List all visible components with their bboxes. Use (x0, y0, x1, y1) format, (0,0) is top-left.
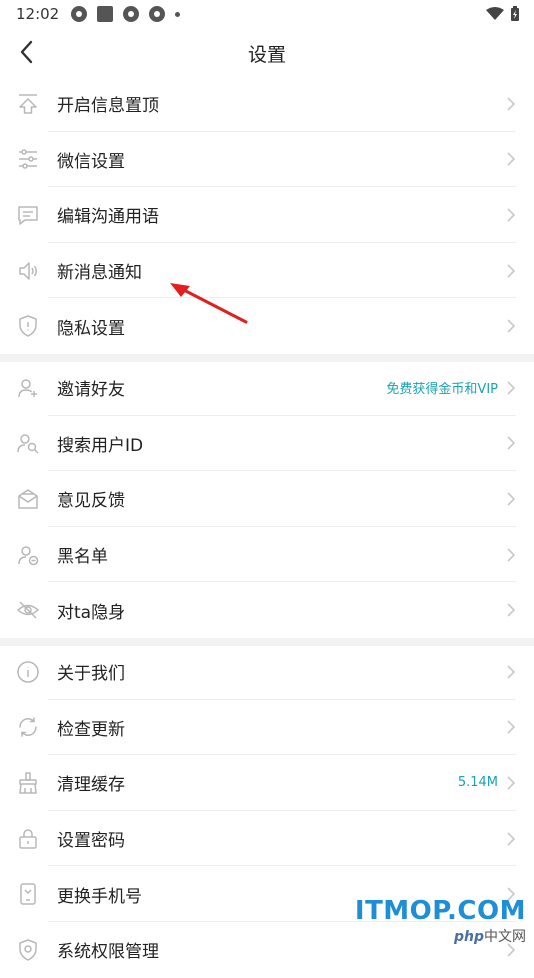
setting-label: 对ta隐身 (57, 602, 126, 623)
watermark-php: php (453, 929, 484, 945)
setting-label: 新消息通知 (57, 263, 142, 284)
setting-row-wechat[interactable]: 微信设置 (0, 132, 534, 188)
message-icon (16, 203, 40, 227)
setting-label: 清理缓存 (57, 775, 125, 796)
speaker-icon (16, 259, 40, 283)
chevron-right-icon (507, 152, 516, 166)
setting-label: 隐私设置 (57, 318, 125, 339)
watermark: ITMOP.COM php中文网 (355, 896, 526, 946)
invite-reward-text: 免费获得金币和VIP (386, 382, 498, 398)
setting-row-feedback[interactable]: 意见反馈 (0, 471, 534, 527)
annotation-arrow (170, 283, 248, 324)
setting-row-notifications[interactable]: 新消息通知 (0, 243, 534, 299)
pin-top-icon (16, 92, 40, 116)
setting-label: 编辑沟通用语 (57, 207, 159, 228)
chevron-right-icon (507, 381, 516, 395)
watermark-cn: 中文网 (484, 929, 526, 945)
setting-row-about[interactable]: 关于我们 (0, 644, 534, 700)
notification-icon (149, 6, 166, 22)
phone-icon (16, 882, 40, 906)
chevron-right-icon (507, 208, 516, 222)
user-block-icon (16, 543, 40, 567)
feedback-mail-icon (16, 487, 40, 511)
settings-group-basic: 开启信息置顶 微信设置 编辑沟通用语 新消息通知 隐私设置 (0, 76, 534, 354)
page-title: 设置 (247, 44, 286, 66)
setting-row-privacy[interactable]: 隐私设置 (0, 298, 534, 354)
chevron-right-icon (507, 97, 516, 111)
setting-label: 关于我们 (57, 664, 125, 685)
refresh-icon (16, 715, 40, 739)
setting-label: 微信设置 (57, 151, 125, 172)
setting-label: 搜索用户ID (57, 435, 144, 456)
setting-row-password[interactable]: 设置密码 (0, 811, 534, 867)
user-add-icon (16, 376, 40, 400)
eye-off-icon (16, 598, 40, 622)
setting-label: 意见反馈 (57, 491, 125, 512)
chevron-right-icon (507, 436, 516, 450)
setting-label: 开启信息置顶 (57, 96, 159, 117)
info-icon (16, 660, 40, 684)
setting-label: 邀请好友 (57, 380, 125, 401)
notification-icon (97, 6, 114, 22)
chevron-right-icon (507, 492, 516, 506)
setting-row-search-user[interactable]: 搜索用户ID (0, 416, 534, 472)
lock-icon (16, 827, 40, 851)
more-notifications-icon (175, 11, 181, 17)
setting-row-clear-cache[interactable]: 清理缓存 5.14M (0, 755, 534, 811)
chevron-right-icon (507, 832, 516, 846)
wifi-icon (486, 7, 504, 20)
settings-group-social: 邀请好友 免费获得金币和VIP 搜索用户ID 意见反馈 黑名单 对ta隐身 (0, 360, 534, 638)
setting-row-check-update[interactable]: 检查更新 (0, 700, 534, 756)
setting-row-pin-top[interactable]: 开启信息置顶 (0, 76, 534, 132)
sliders-icon (16, 147, 40, 171)
chevron-right-icon (507, 776, 516, 790)
shield-icon (16, 314, 40, 338)
setting-label: 设置密码 (57, 831, 125, 852)
chevron-right-icon (507, 603, 516, 617)
watermark-brand: ITMOP.COM (354, 896, 526, 926)
chevron-right-icon (507, 264, 516, 278)
setting-row-phrases[interactable]: 编辑沟通用语 (0, 187, 534, 243)
setting-row-invisible[interactable]: 对ta隐身 (0, 582, 534, 638)
chevron-right-icon (507, 319, 516, 333)
battery-icon (511, 6, 519, 21)
notification-icon (71, 6, 88, 22)
status-bar: 12:02 (0, 0, 534, 28)
setting-label: 黑名单 (57, 547, 108, 568)
setting-row-invite[interactable]: 邀请好友 免费获得金币和VIP (0, 360, 534, 416)
notification-icon (123, 6, 140, 22)
chevron-right-icon (507, 720, 516, 734)
chevron-right-icon (507, 665, 516, 679)
cache-size-text: 5.14M (457, 775, 498, 791)
setting-row-blacklist[interactable]: 黑名单 (0, 527, 534, 583)
chevron-right-icon (507, 548, 516, 562)
setting-label: 更换手机号 (57, 886, 142, 907)
setting-label: 检查更新 (57, 719, 125, 740)
user-search-icon (16, 431, 40, 455)
broom-icon (16, 771, 40, 795)
status-time: 12:02 (16, 5, 60, 23)
watermark-site: php中文网 (355, 926, 526, 946)
navigation-bar: 设置 (0, 28, 534, 76)
